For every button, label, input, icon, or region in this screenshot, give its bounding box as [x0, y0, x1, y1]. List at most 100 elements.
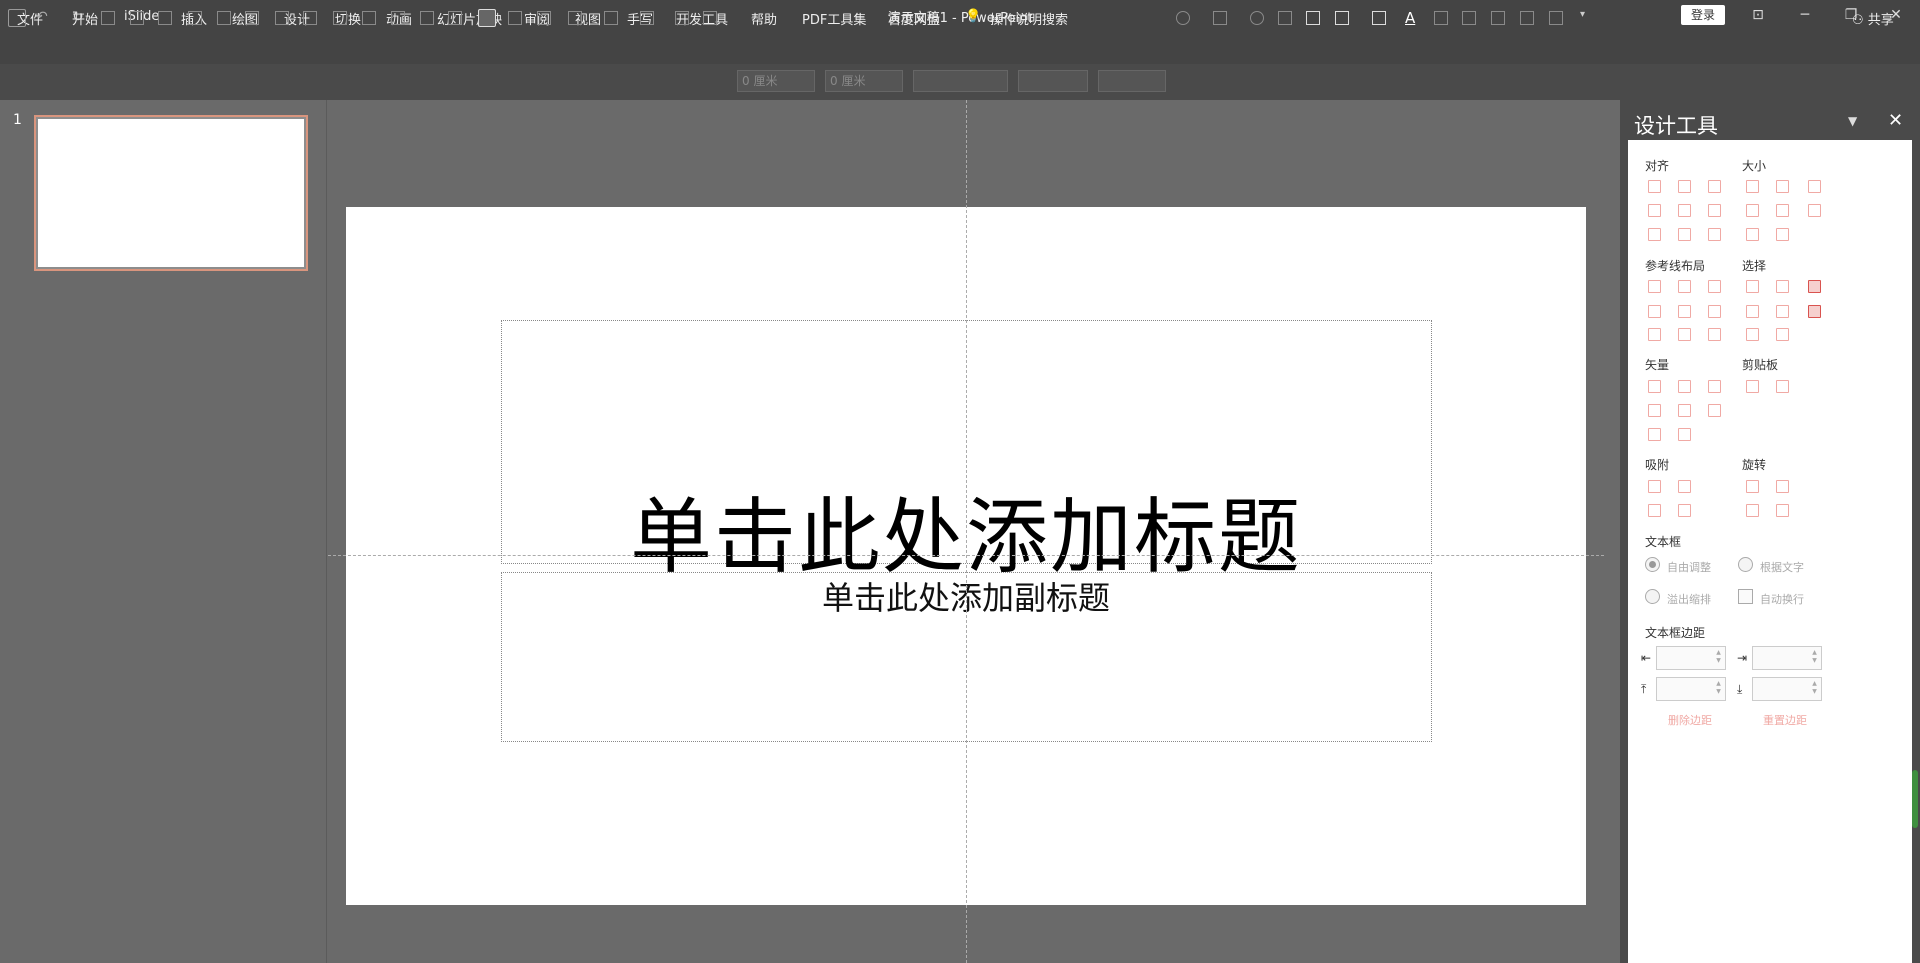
tool-icon[interactable] — [245, 11, 259, 25]
tool-icon[interactable] — [1335, 11, 1349, 25]
select-icon[interactable] — [1776, 305, 1789, 318]
tool-icon[interactable] — [448, 11, 462, 25]
share-button[interactable]: ⚇ 共享 — [1852, 9, 1894, 28]
guide-icon[interactable] — [1708, 305, 1721, 318]
overflow-chevron-icon[interactable]: ▾ — [1580, 9, 1598, 27]
distribute-grid-icon[interactable] — [1708, 228, 1721, 241]
tool-icon[interactable] — [130, 11, 144, 25]
reset-margin-button[interactable]: 重置边距 — [1763, 712, 1807, 728]
flip-icon[interactable] — [1746, 504, 1759, 517]
login-button[interactable]: 登录 — [1681, 5, 1725, 25]
ribbon-display-icon[interactable]: ⊡ — [1738, 4, 1778, 26]
menu-baidu-netdisk[interactable]: 百度网盘 — [888, 9, 940, 28]
select-icon[interactable] — [1746, 328, 1759, 341]
circle-icon[interactable] — [1250, 11, 1264, 25]
vector-icon[interactable] — [1708, 380, 1721, 393]
tool-icon[interactable] — [158, 11, 172, 25]
selected-tool-icon[interactable] — [478, 9, 496, 27]
slide-thumbnail[interactable] — [34, 115, 308, 271]
save-icon[interactable] — [8, 9, 26, 27]
snap-icon[interactable] — [1648, 480, 1661, 493]
distribute-icon[interactable] — [1549, 11, 1563, 25]
delete-margin-button[interactable]: 删除边距 — [1668, 712, 1712, 728]
size-icon[interactable] — [1746, 204, 1759, 217]
auto-wrap-checkbox[interactable] — [1738, 589, 1753, 604]
guide-icon[interactable] — [1648, 328, 1661, 341]
align-right-icon[interactable] — [1491, 11, 1505, 25]
tool-icon[interactable] — [333, 11, 347, 25]
magic-wand-icon[interactable] — [1808, 280, 1821, 293]
search-tell-me[interactable]: 操作说明搜索 — [990, 9, 1068, 28]
font-color-icon[interactable] — [568, 11, 582, 25]
size-icon[interactable] — [1808, 204, 1821, 217]
fit-text-radio[interactable] — [1738, 557, 1753, 572]
tool-icon[interactable] — [188, 11, 202, 25]
guide-icon[interactable] — [1648, 280, 1661, 293]
tool-icon[interactable] — [508, 11, 522, 25]
minimize-button[interactable]: ─ — [1785, 4, 1825, 26]
undo-icon[interactable]: ↶ — [36, 9, 54, 27]
align-right-icon[interactable] — [1708, 180, 1721, 193]
align-top-icon[interactable] — [1648, 204, 1661, 217]
left-margin-input[interactable] — [1656, 646, 1726, 670]
tool-icon[interactable] — [101, 11, 115, 25]
guide-icon[interactable] — [1708, 328, 1721, 341]
top-margin-input[interactable] — [1656, 677, 1726, 701]
size-icon[interactable] — [1776, 204, 1789, 217]
flip-icon[interactable] — [1776, 504, 1789, 517]
align-bottom-icon[interactable] — [1708, 204, 1721, 217]
width-input[interactable]: 0 厘米 — [737, 70, 815, 92]
tool-icon[interactable] — [362, 11, 376, 25]
height-input[interactable]: 0 厘米 — [825, 70, 903, 92]
tool-icon[interactable] — [1278, 11, 1292, 25]
vector-icon[interactable] — [1708, 404, 1721, 417]
spacing-select[interactable] — [1098, 70, 1166, 92]
size-icon[interactable] — [1776, 228, 1789, 241]
font-select[interactable] — [913, 70, 1008, 92]
align-center-icon[interactable] — [1462, 11, 1476, 25]
vertical-guide[interactable] — [966, 100, 967, 963]
shapes-icon[interactable] — [1372, 11, 1386, 25]
overflow-radio[interactable] — [1645, 589, 1660, 604]
refresh-icon[interactable]: ↻ — [72, 9, 90, 27]
select-icon[interactable] — [1746, 305, 1759, 318]
same-height-icon[interactable] — [1776, 180, 1789, 193]
textbox-icon[interactable] — [703, 11, 717, 25]
guide-icon[interactable] — [1678, 305, 1691, 318]
shape-icon[interactable] — [1176, 11, 1190, 25]
line-color-icon[interactable] — [640, 11, 654, 25]
vector-icon[interactable] — [1678, 380, 1691, 393]
select-icon[interactable] — [1776, 280, 1789, 293]
guide-icon[interactable] — [1678, 328, 1691, 341]
tool-icon[interactable] — [537, 11, 551, 25]
tool-icon[interactable] — [1306, 11, 1320, 25]
rotate-icon[interactable] — [1776, 480, 1789, 493]
size-select[interactable] — [1018, 70, 1088, 92]
same-width-icon[interactable] — [1746, 180, 1759, 193]
rotate-icon[interactable] — [1746, 480, 1759, 493]
size-icon[interactable] — [1746, 228, 1759, 241]
right-margin-input[interactable] — [1752, 646, 1822, 670]
align-center-icon[interactable] — [1678, 180, 1691, 193]
justify-icon[interactable] — [1520, 11, 1534, 25]
select-icon[interactable] — [1746, 280, 1759, 293]
snap-icon[interactable] — [1678, 504, 1691, 517]
same-size-icon[interactable] — [1808, 180, 1821, 193]
guide-icon[interactable] — [1648, 305, 1661, 318]
distribute-vertical-icon[interactable] — [1678, 228, 1691, 241]
auto-adjust-radio[interactable] — [1645, 557, 1660, 572]
fill-color-icon[interactable] — [604, 11, 618, 25]
tool-icon[interactable] — [303, 11, 317, 25]
scrollbar[interactable] — [1912, 770, 1918, 828]
guide-icon[interactable] — [1678, 280, 1691, 293]
vector-icon[interactable] — [1678, 404, 1691, 417]
tool-icon[interactable] — [420, 11, 434, 25]
text-icon[interactable] — [1648, 428, 1661, 441]
close-icon[interactable]: ✕ — [1888, 110, 1903, 131]
tool-icon[interactable] — [217, 11, 231, 25]
vector-icon[interactable] — [1648, 380, 1661, 393]
align-middle-icon[interactable] — [1678, 204, 1691, 217]
paste-icon[interactable] — [1776, 380, 1789, 393]
snap-icon[interactable] — [1648, 504, 1661, 517]
align-left-icon[interactable] — [1648, 180, 1661, 193]
